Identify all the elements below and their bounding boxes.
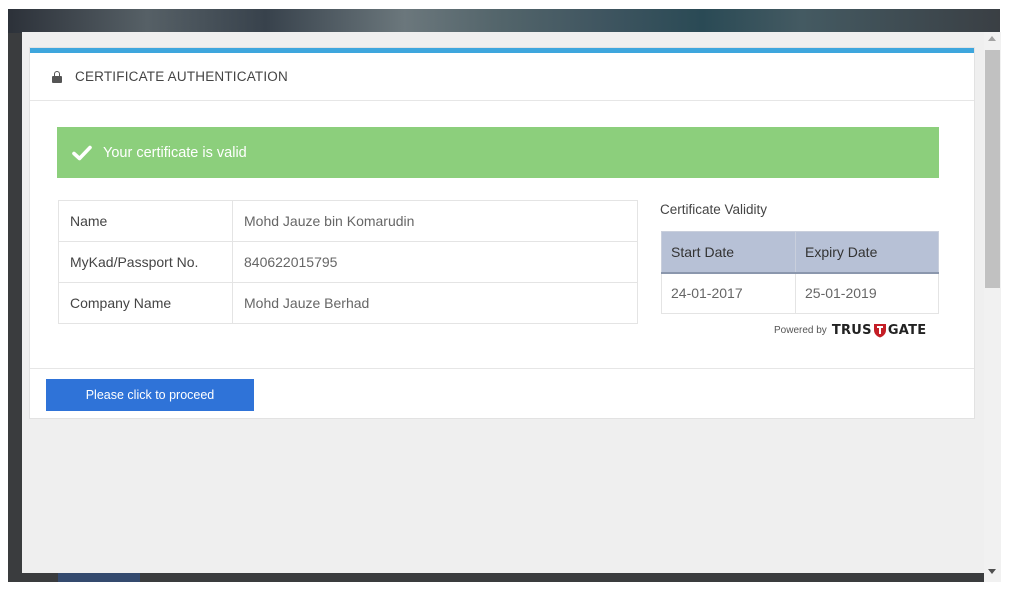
mykad-passport-label: MyKad/Passport No. [58,241,233,283]
vertical-scrollbar[interactable] [984,32,1001,582]
certificate-details-table: Name Mohd Jauze bin Komarudin MyKad/Pass… [58,200,638,324]
modal-header: CERTIFICATE AUTHENTICATION [30,53,974,101]
scroll-down-arrow-icon[interactable] [988,569,996,574]
company-name-label: Company Name [58,282,233,324]
company-name-value: Mohd Jauze Berhad [232,282,638,324]
trustgate-logo: TRUS GATE [832,323,927,338]
check-icon [72,145,92,160]
powered-by-label: Powered by [774,325,827,336]
brand-text-right: GATE [887,323,927,338]
name-label: Name [58,200,233,242]
scroll-up-arrow-icon[interactable] [988,36,996,41]
expiry-date-value: 25-01-2019 [795,272,939,314]
proceed-button[interactable]: Please click to proceed [46,379,254,411]
alert-message: Your certificate is valid [103,144,247,161]
browser-viewport: CERTIFICATE AUTHENTICATION Your certific… [0,0,1019,594]
powered-by-trustgate: Powered by TRUS GATE [774,323,926,338]
certificate-authentication-modal: CERTIFICATE AUTHENTICATION Your certific… [30,48,974,418]
valid-certificate-alert: Your certificate is valid [57,127,939,178]
background-banner-image [8,9,1000,33]
certificate-validity-table: Start Date Expiry Date 24-01-2017 25-01-… [661,231,939,314]
start-date-header: Start Date [661,231,796,274]
trustgate-shield-icon [873,324,886,338]
scrollbar-thumb[interactable] [985,50,1000,288]
name-value: Mohd Jauze bin Komarudin [232,200,638,242]
expiry-date-header: Expiry Date [795,231,939,274]
start-date-value: 24-01-2017 [661,272,796,314]
table-header-row: Start Date Expiry Date [661,231,939,274]
modal-title: CERTIFICATE AUTHENTICATION [75,69,288,84]
modal-body: Your certificate is valid Name Mohd Jauz… [30,101,974,368]
certificate-validity-heading: Certificate Validity [660,202,768,217]
table-row: MyKad/Passport No. 840622015795 [58,241,638,283]
brand-text-left: TRUS [831,323,872,338]
mykad-passport-value: 840622015795 [232,241,638,283]
table-row: Name Mohd Jauze bin Komarudin [58,200,638,242]
lock-icon [52,70,62,83]
modal-footer: Please click to proceed [30,368,974,423]
table-row: 24-01-2017 25-01-2019 [661,272,939,314]
table-row: Company Name Mohd Jauze Berhad [58,282,638,324]
